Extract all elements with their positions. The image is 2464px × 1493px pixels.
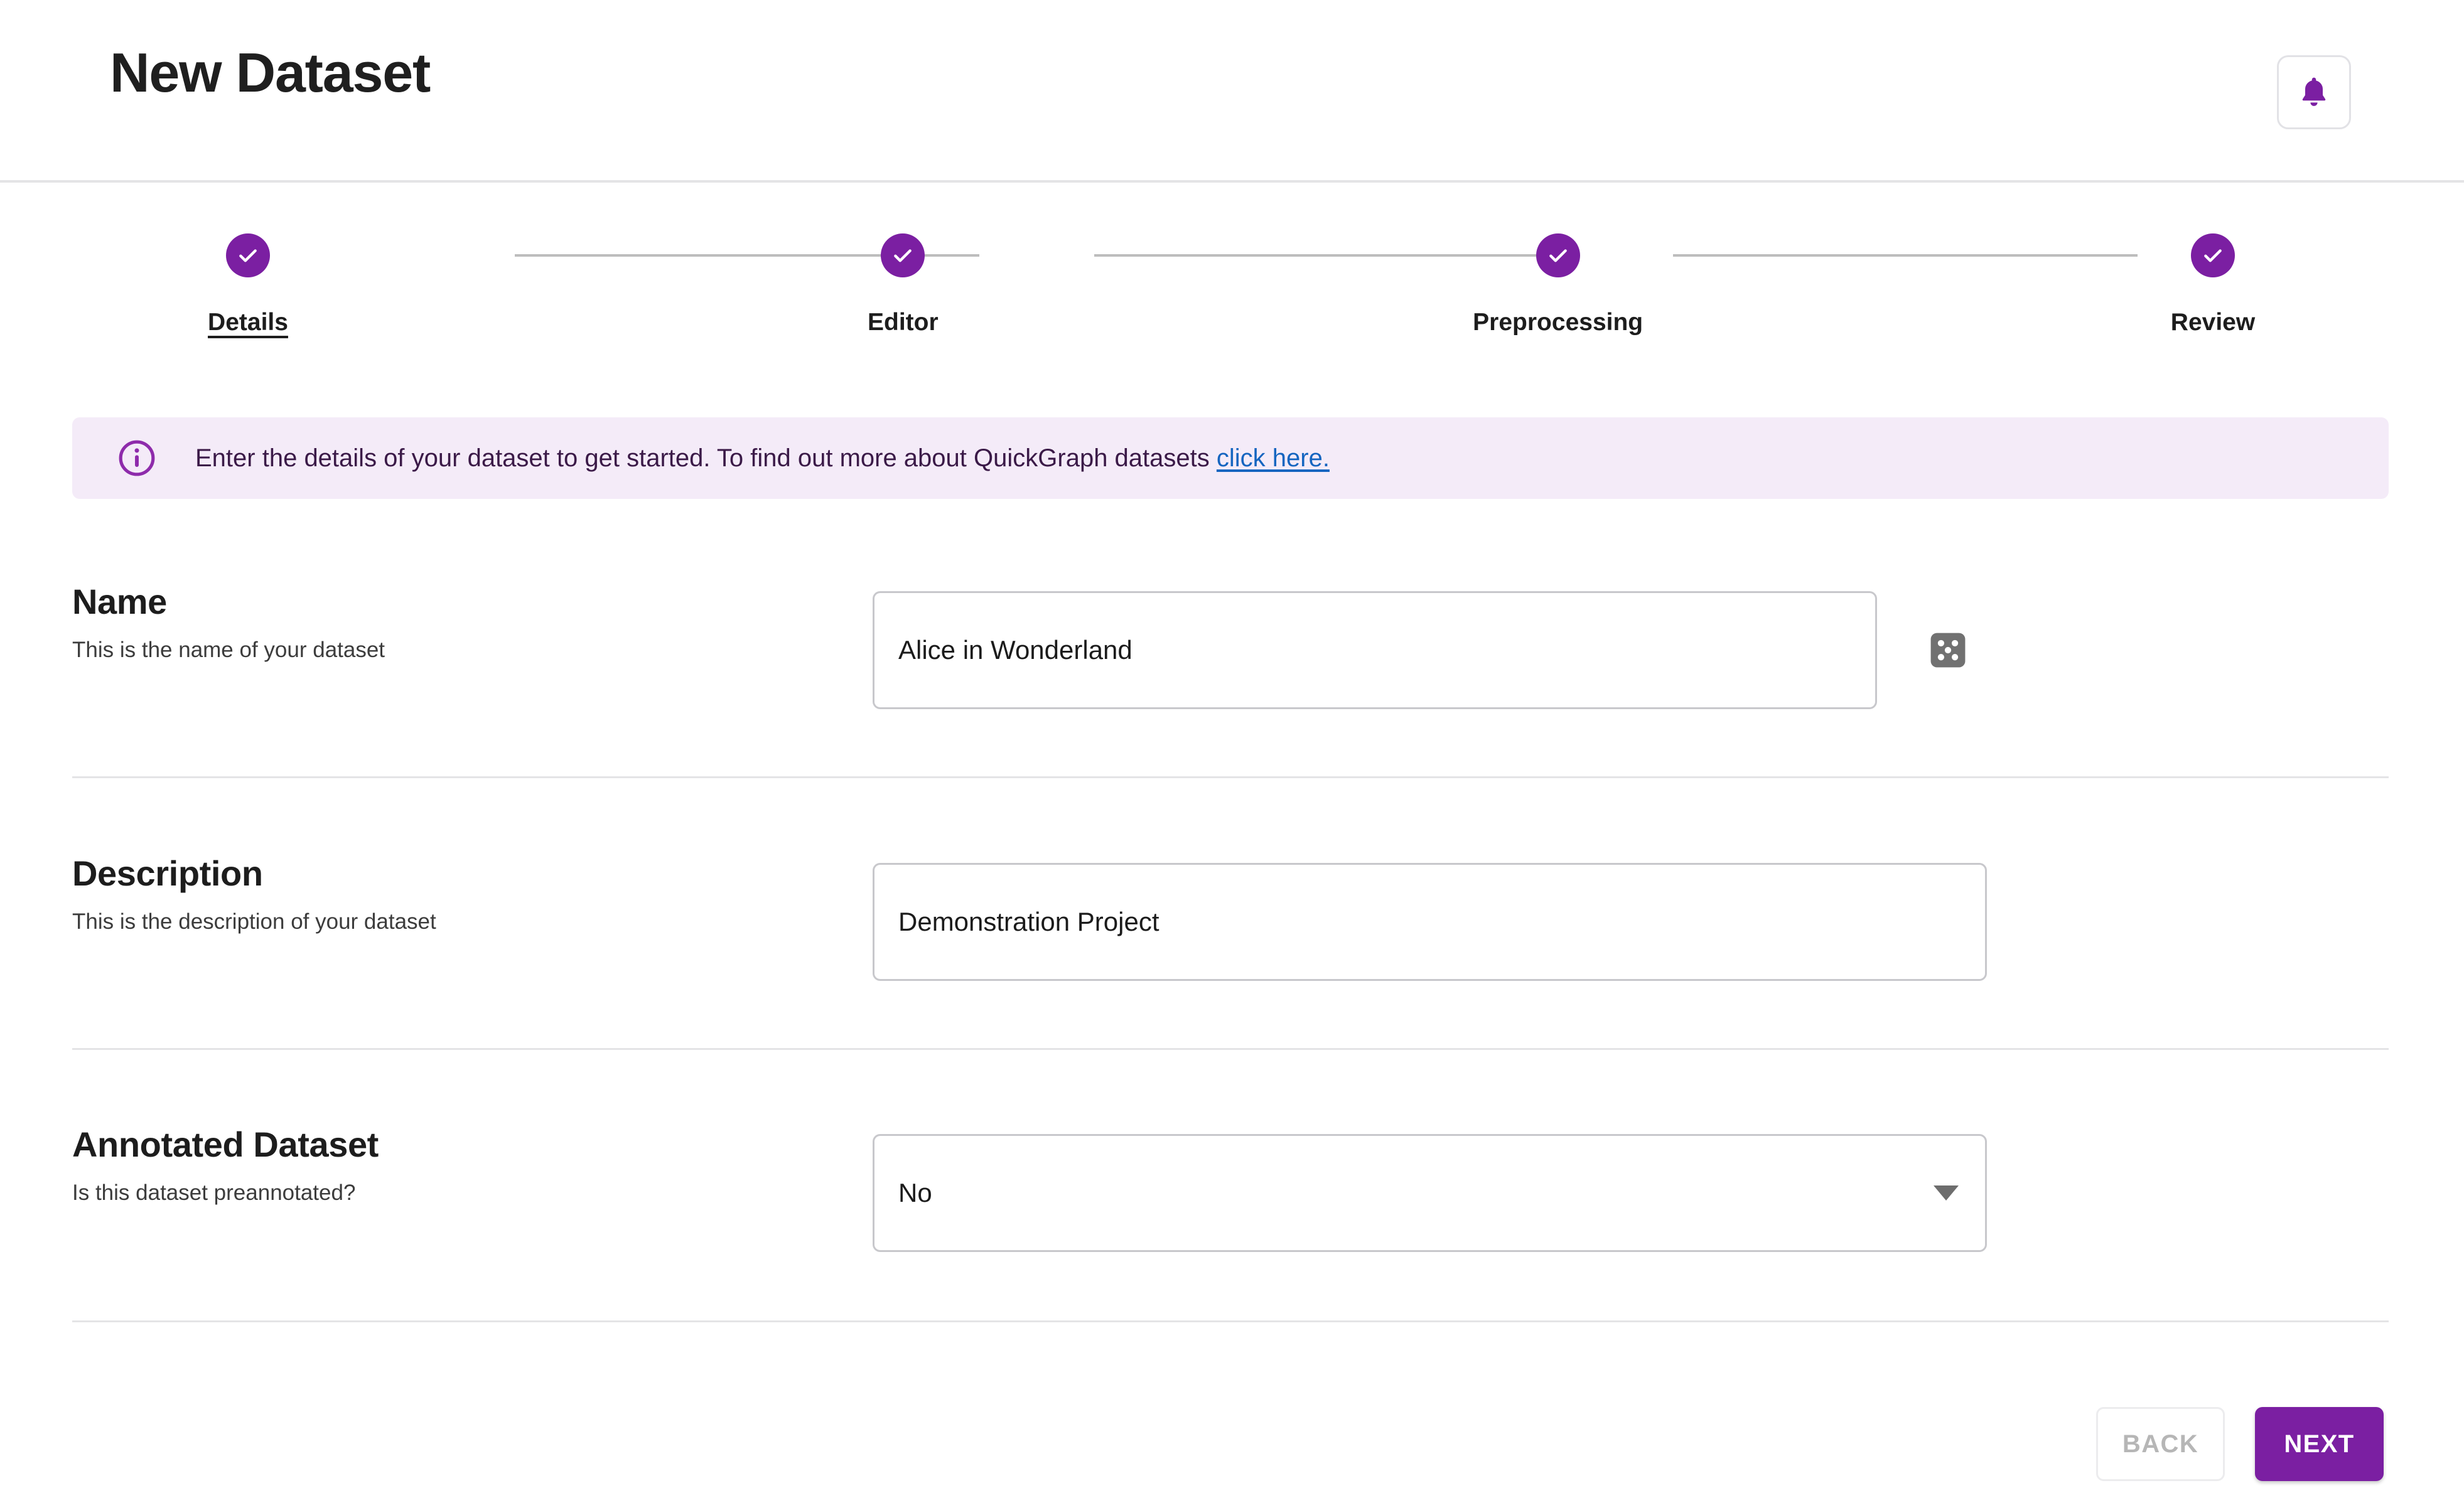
form-row-description: Description This is the description of y… <box>72 855 2389 1050</box>
click-here-link[interactable]: click here. <box>1217 444 1330 472</box>
stepper-connector-2 <box>1094 254 1559 257</box>
check-icon <box>235 243 261 268</box>
annotated-subtitle: Is this dataset preannotated? <box>72 1180 356 1205</box>
app-header: New Dataset <box>0 0 2464 183</box>
back-button[interactable]: BACK <box>2096 1407 2225 1481</box>
step-label-review: Review <box>2170 309 2256 336</box>
notifications-button[interactable] <box>2277 55 2351 129</box>
check-icon <box>2200 243 2225 268</box>
section-divider <box>72 1048 2389 1050</box>
stepper-connector-3 <box>1673 254 2138 257</box>
step-editor[interactable]: Editor <box>765 233 1041 334</box>
step-status-circle <box>1536 233 1580 277</box>
dataset-name-input[interactable]: Alice in Wonderland <box>873 591 1877 709</box>
chevron-down-icon <box>1934 1185 1959 1201</box>
check-icon <box>890 243 915 268</box>
step-preprocessing[interactable]: Preprocessing <box>1420 233 1696 334</box>
step-label-details: Details <box>208 309 288 336</box>
annotated-dataset-select[interactable]: No <box>873 1134 1987 1252</box>
name-subtitle: This is the name of your dataset <box>72 637 385 662</box>
step-status-circle <box>881 233 925 277</box>
dice-icon <box>1926 628 1970 672</box>
info-circle-icon <box>117 439 156 478</box>
description-subtitle: This is the description of your dataset <box>72 909 436 934</box>
description-field-wrap: Demonstration Project <box>873 863 1987 981</box>
description-label-block: Description This is the description of y… <box>72 855 436 935</box>
step-details[interactable]: Details <box>110 233 386 334</box>
annotated-field-wrap: No <box>873 1134 1987 1252</box>
randomize-name-button[interactable] <box>1926 628 1970 672</box>
check-icon <box>1546 243 1571 268</box>
annotated-title: Annotated Dataset <box>72 1125 379 1164</box>
bell-icon <box>2296 75 2332 110</box>
step-label-editor: Editor <box>867 309 939 336</box>
annotated-label-block: Annotated Dataset Is this dataset preann… <box>72 1126 379 1206</box>
step-label-preprocessing: Preprocessing <box>1473 309 1644 336</box>
info-banner: Enter the details of your dataset to get… <box>72 417 2389 499</box>
name-field-wrap: Alice in Wonderland <box>873 591 1970 709</box>
progress-stepper: Details Editor Preprocessing Review <box>110 233 2351 353</box>
form-row-name: Name This is the name of your dataset Al… <box>72 582 2389 778</box>
info-banner-text: Enter the details of your dataset to get… <box>195 442 1330 474</box>
section-divider <box>72 1320 2389 1322</box>
step-status-circle <box>2190 233 2235 277</box>
annotated-selected-value: No <box>898 1178 932 1207</box>
footer-actions: BACK NEXT <box>2096 1407 2384 1481</box>
info-banner-message: Enter the details of your dataset to get… <box>195 444 1217 472</box>
section-divider <box>72 776 2389 778</box>
step-status-circle <box>226 233 270 277</box>
page-title: New Dataset <box>110 41 431 104</box>
description-title: Description <box>72 854 263 893</box>
form-row-annotated-dataset: Annotated Dataset Is this dataset preann… <box>72 1126 2389 1321</box>
next-button[interactable]: NEXT <box>2255 1407 2384 1481</box>
name-label-block: Name This is the name of your dataset <box>72 582 385 663</box>
new-dataset-page: New Dataset Details Editor Preprocessing… <box>0 0 2464 1493</box>
step-review[interactable]: Review <box>2075 233 2351 334</box>
name-title: Name <box>72 582 167 621</box>
dataset-description-input[interactable]: Demonstration Project <box>873 863 1987 981</box>
